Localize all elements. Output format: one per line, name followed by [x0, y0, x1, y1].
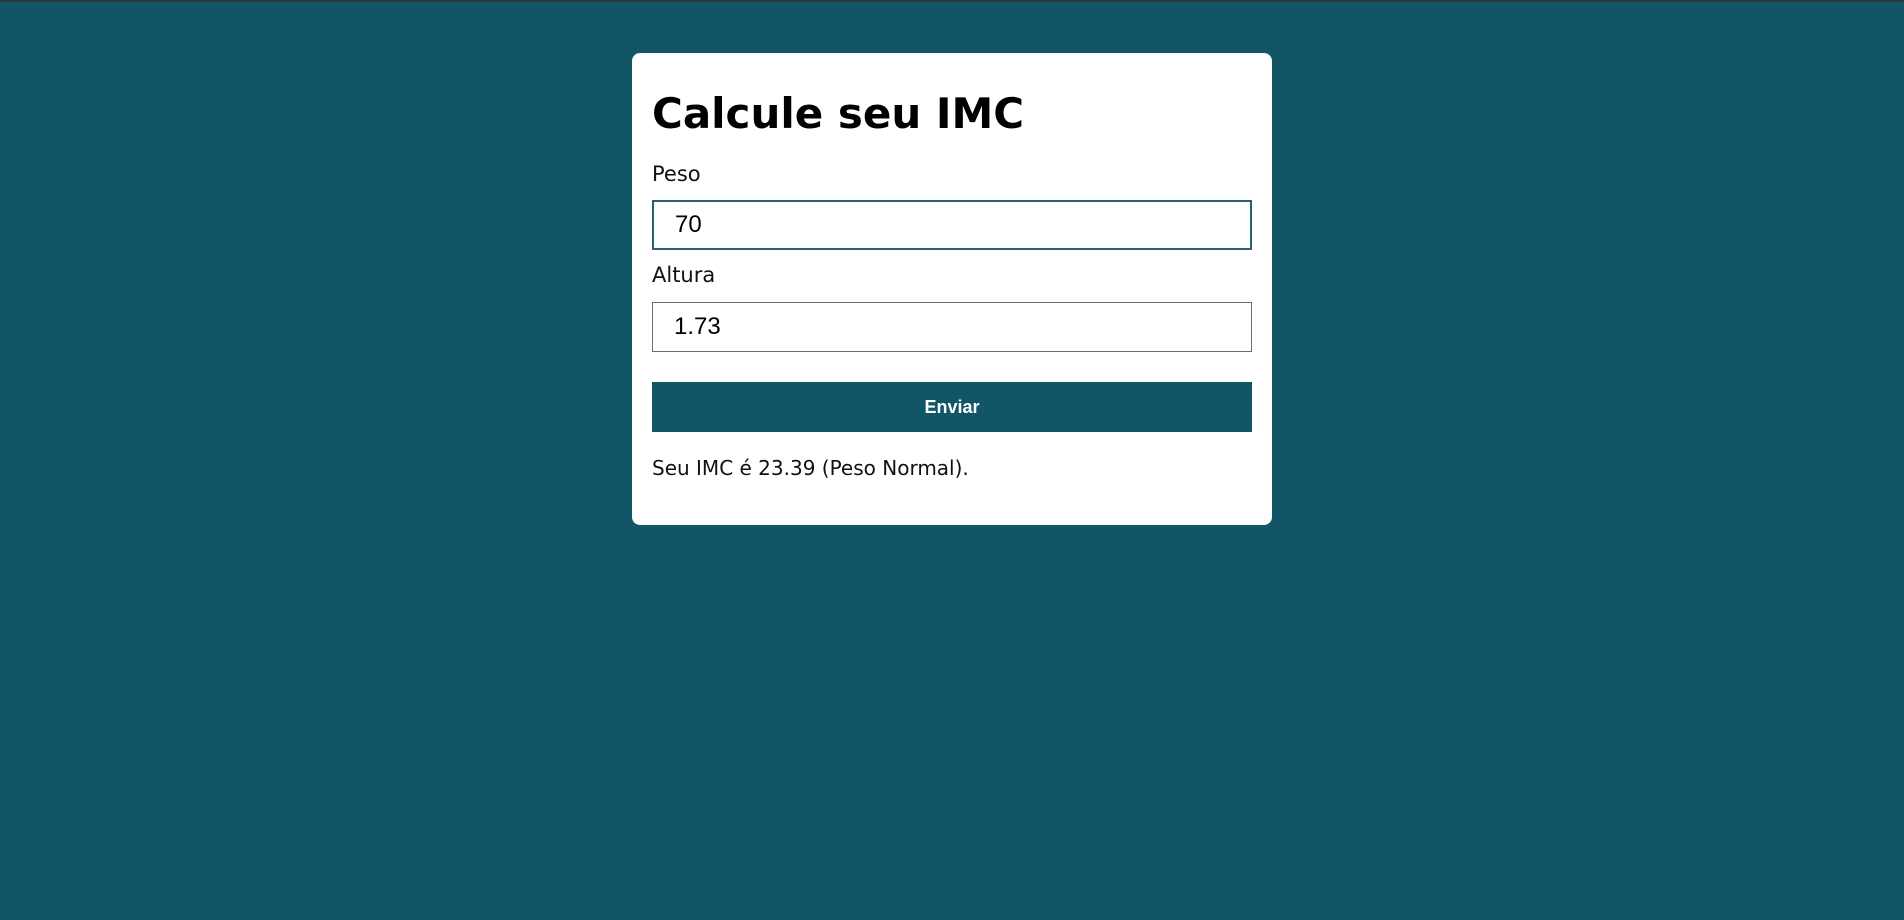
bmi-calculator-card: Calcule seu IMC Peso Altura Enviar Seu I…: [632, 53, 1272, 525]
enviar-button[interactable]: Enviar: [652, 382, 1252, 432]
bmi-result-text: Seu IMC é 23.39 (Peso Normal).: [652, 456, 969, 480]
peso-label: Peso: [652, 162, 701, 186]
altura-label: Altura: [652, 263, 716, 287]
window-top-border: [0, 0, 1904, 2]
altura-input[interactable]: [652, 302, 1252, 352]
page-title: Calcule seu IMC: [652, 89, 1025, 138]
peso-input[interactable]: [652, 200, 1252, 250]
